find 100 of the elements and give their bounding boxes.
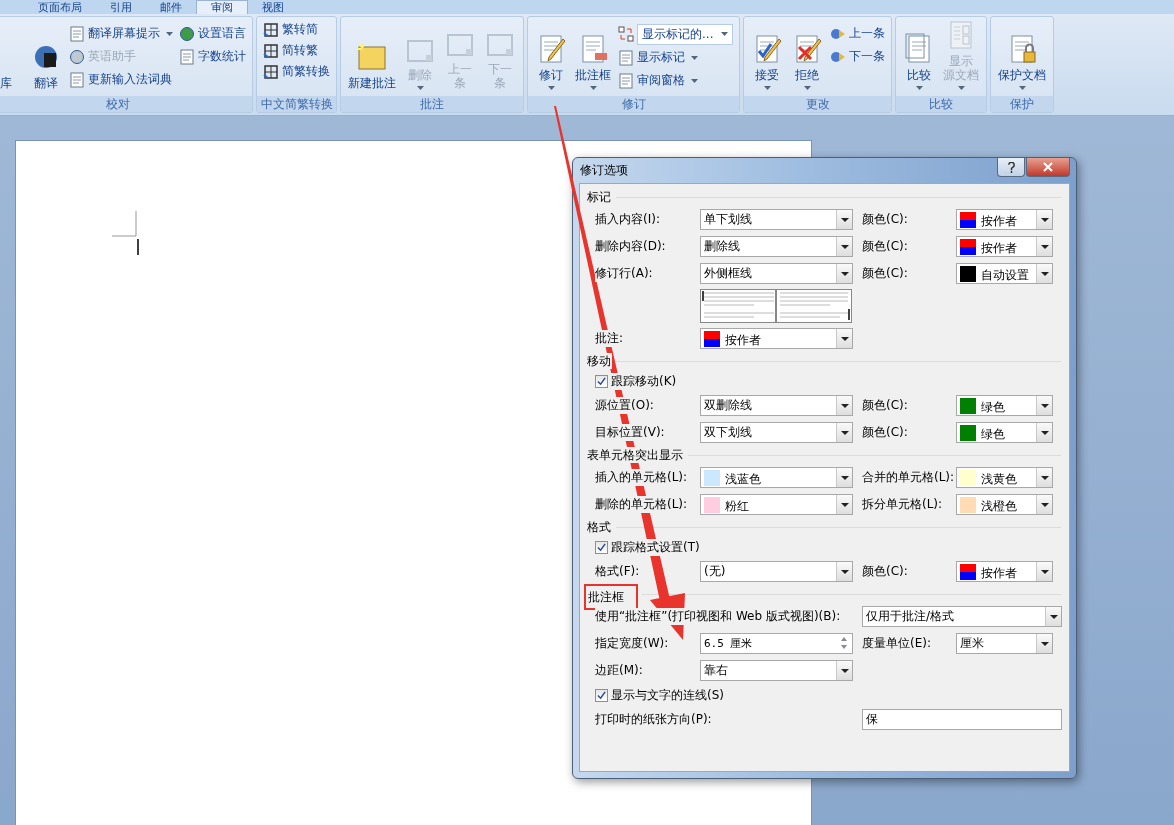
ribbon-button[interactable]: 比较	[900, 19, 939, 94]
color-swatch	[704, 330, 720, 347]
ribbon-tab[interactable]: 视图	[248, 1, 298, 14]
ribbon-button[interactable]: 保护文档	[995, 19, 1050, 94]
section-title: 批注框	[584, 584, 638, 610]
group-label: 批注	[341, 96, 523, 112]
dropdown-field[interactable]: 仅用于批注/格式	[862, 606, 1062, 627]
ribbon-button[interactable]: 显示标记	[616, 47, 736, 68]
field-label: 插入内容(I):	[595, 211, 660, 228]
ribbon-button[interactable]: 繁转简	[261, 19, 332, 40]
checkbox[interactable]	[595, 374, 608, 388]
caret-icon	[1049, 614, 1058, 619]
dropdown-field[interactable]: 粉红	[700, 494, 853, 515]
close-button[interactable]	[1026, 158, 1070, 177]
dropdown-field[interactable]: 浅蓝色	[700, 467, 853, 488]
field-label: 格式(F):	[595, 563, 640, 580]
keyboard-icon	[69, 71, 85, 88]
color-swatch	[960, 424, 976, 441]
field-label: 插入的单元格(L):	[595, 469, 688, 486]
dropdown-field[interactable]: 自动设置	[956, 263, 1053, 284]
ribbon-button[interactable]: 更新输入法词典	[67, 69, 175, 90]
color-swatch	[960, 211, 976, 228]
group-label: 更改	[744, 96, 892, 112]
ribbon-button[interactable]: 新建批注	[345, 19, 399, 94]
ribbon-button[interactable]: 设置语言	[177, 23, 248, 44]
spin-field[interactable]: 6.5 厘米	[700, 633, 853, 654]
checkbox-label: 显示与文字的连线(S)	[611, 686, 724, 704]
ribbon-button[interactable]: 字数统计	[177, 46, 248, 67]
ribbon-button[interactable]: 简转繁	[261, 40, 332, 61]
caret-icon	[840, 430, 849, 435]
ribbon-tab[interactable]: 引用	[96, 1, 146, 14]
dropdown-field[interactable]: 浅橙色	[956, 494, 1053, 515]
field-label: 源位置(O):	[595, 397, 654, 414]
dropdown-field[interactable]: 双下划线	[700, 422, 853, 443]
close-icon	[1043, 162, 1053, 172]
dropdown-field[interactable]: 绿色	[956, 395, 1053, 416]
help-button[interactable]	[997, 158, 1025, 177]
dropdown-field[interactable]: 靠右	[700, 660, 853, 681]
caret-icon	[840, 336, 849, 341]
caret-icon	[840, 217, 849, 222]
dropdown-field[interactable]: 厘米	[956, 633, 1053, 654]
field-label: 使用“批注框”(打印视图和 Web 版式视图)(B):	[595, 608, 841, 625]
field-label: 指定宽度(W):	[595, 635, 669, 652]
dropdown-field[interactable]: (无)	[700, 561, 853, 582]
field-label: 打印时的纸张方向(P):	[595, 711, 712, 728]
document-icon	[618, 49, 634, 66]
group-label: 修订	[528, 96, 740, 112]
checkbox[interactable]	[595, 688, 608, 702]
dropdown-field[interactable]: 双删除线	[700, 395, 853, 416]
caret-icon	[840, 569, 849, 574]
ribbon-button[interactable]: 简繁转换	[261, 61, 332, 82]
dropdown-field[interactable]: 外侧框线	[700, 263, 853, 284]
color-swatch	[960, 469, 976, 486]
ribbon-button[interactable]: 翻译屏幕提示	[67, 23, 175, 44]
dropdown-field[interactable]: 按作者	[956, 236, 1053, 257]
field-label: 批注:	[595, 330, 624, 347]
checkbox[interactable]	[595, 540, 608, 554]
dropdown-field[interactable]: 按作者	[956, 561, 1053, 582]
field-label: 修订行(A):	[595, 265, 653, 282]
ribbon-button[interactable]: 翻译	[27, 19, 65, 94]
dropdown-field[interactable]: 按作者	[700, 328, 853, 349]
dropdown-field[interactable]: 保	[862, 709, 1062, 730]
ribbon-button[interactable]: 接受	[748, 19, 787, 94]
caret-icon	[840, 475, 849, 480]
dropdown-field[interactable]: 浅黄色	[956, 467, 1053, 488]
group-label: 校对	[0, 96, 252, 112]
ribbon-tab[interactable]: 页面布局	[24, 1, 96, 14]
section-title: 标记	[586, 189, 612, 205]
caret-icon	[840, 271, 849, 276]
caret-icon	[1040, 569, 1049, 574]
ribbon-button[interactable]: 库	[0, 19, 25, 94]
section-title: 表单元格突出显示	[586, 447, 684, 463]
checkbox-label: 跟踪移动(K)	[611, 372, 677, 390]
document-icon	[69, 25, 85, 42]
dropdown-field[interactable]: 单下划线	[700, 209, 853, 230]
group-label: 保护	[991, 96, 1054, 112]
field-label: 边距(M):	[595, 662, 643, 679]
field-label: 删除的单元格(L):	[595, 496, 688, 513]
caret-icon	[1040, 641, 1049, 646]
color-swatch	[704, 469, 720, 486]
dropdown-field[interactable]: 按作者	[956, 209, 1053, 230]
caret-icon	[840, 244, 849, 249]
caret-icon	[1040, 475, 1049, 480]
ribbon-button[interactable]: 上一条	[828, 23, 888, 44]
caret-icon	[1040, 502, 1049, 507]
ribbon-button[interactable]: 修订	[532, 19, 570, 94]
ribbon-button[interactable]: 下一条	[828, 46, 888, 67]
group-label: 中文简繁转换	[257, 96, 336, 112]
ribbon-button[interactable]: 审阅窗格	[616, 70, 736, 91]
pane-icon	[618, 72, 634, 89]
dropdown-field[interactable]: 绿色	[956, 422, 1053, 443]
ribbon-button[interactable]: 拒绝	[788, 19, 827, 94]
note-icon	[356, 41, 388, 73]
dropdown-field[interactable]: 删除线	[700, 236, 853, 257]
ribbon-button[interactable]: 批注框	[572, 19, 614, 94]
color-swatch	[960, 265, 976, 282]
ribbon-tab[interactable]: 审阅	[196, 0, 248, 14]
caret-icon	[1040, 271, 1049, 276]
ribbon-tab[interactable]: 邮件	[146, 1, 196, 14]
field-label: 目标位置(V):	[595, 424, 665, 441]
